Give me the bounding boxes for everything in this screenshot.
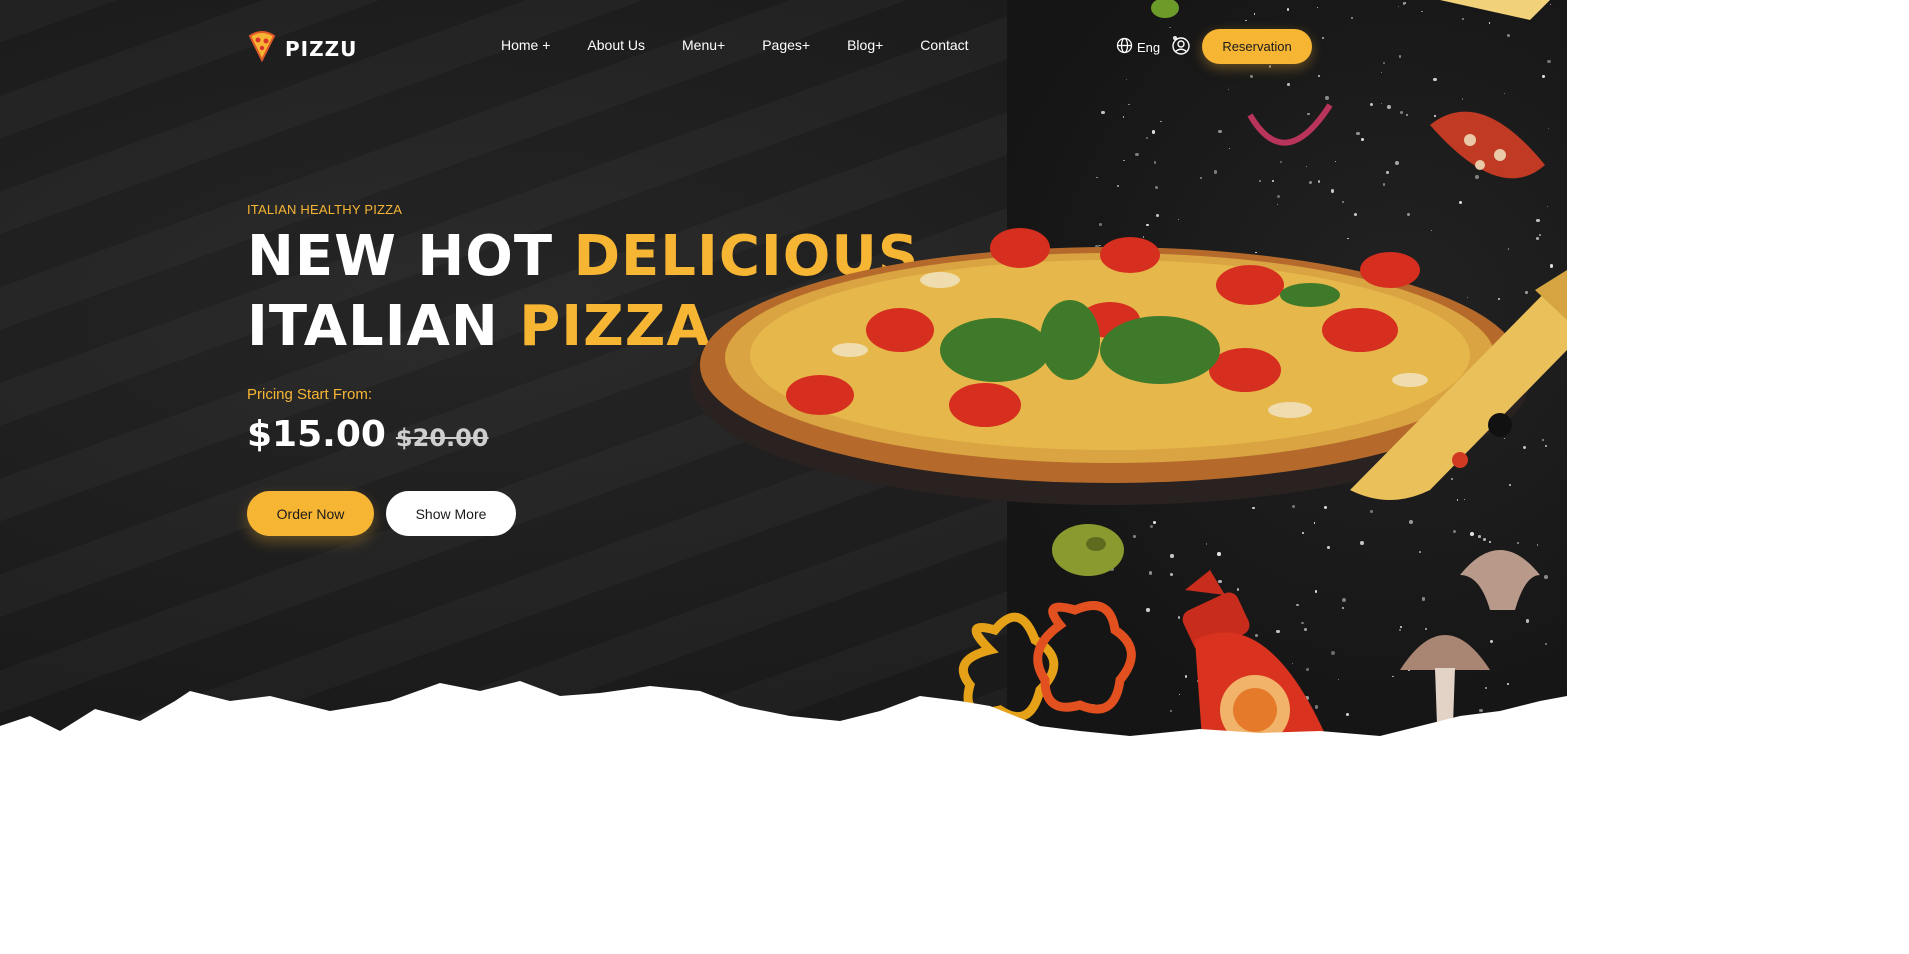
flour-speck — [1214, 170, 1218, 174]
brand-logo[interactable]: PIZZU — [247, 30, 357, 67]
flour-speck — [1397, 5, 1399, 7]
flour-speck — [1506, 33, 1510, 37]
torn-paper-edge — [0, 681, 1567, 781]
nav-item-about[interactable]: About Us — [587, 37, 645, 53]
flour-speck — [1154, 185, 1158, 190]
flour-speck — [1135, 152, 1139, 157]
flour-speck — [1542, 75, 1545, 78]
show-more-button[interactable]: Show More — [386, 491, 516, 536]
olive-decoration — [1052, 524, 1124, 576]
current-price: $15.00 — [247, 414, 386, 455]
headline-line2-accent: PIZZA — [519, 294, 711, 359]
flour-speck — [1169, 26, 1171, 29]
flour-speck — [1547, 59, 1551, 64]
herb-decoration — [1151, 0, 1179, 18]
price-row: $15.00 $20.00 — [247, 414, 489, 455]
pepperoni-slice-decoration — [1430, 111, 1545, 179]
flour-speck — [1145, 136, 1148, 139]
flour-speck — [1218, 129, 1222, 134]
flour-speck — [1399, 110, 1403, 114]
flour-speck — [1327, 546, 1331, 549]
headline-line2-white: ITALIAN — [247, 294, 520, 359]
hero-eyebrow: ITALIAN HEALTHY PIZZA — [247, 202, 403, 217]
language-label: Eng — [1137, 39, 1161, 55]
hero-section: PIZZU Home + About Us Menu+ Pages+ Blog+… — [0, 0, 1567, 781]
headline-line1-white: NEW HOT — [247, 224, 574, 289]
main-nav: Home + About Us Menu+ Pages+ Blog+ Conta… — [501, 37, 1006, 53]
flour-speck — [1421, 10, 1423, 12]
nav-item-menu[interactable]: Menu+ — [682, 37, 725, 53]
brand-name: PIZZU — [285, 36, 358, 61]
nav-item-home[interactable]: Home + — [501, 37, 550, 53]
nav-item-blog[interactable]: Blog+ — [847, 37, 883, 53]
flour-speck — [1128, 103, 1130, 105]
onion-ring-decoration — [1247, 103, 1333, 146]
order-now-button[interactable]: Order Now — [247, 491, 374, 536]
flour-speck — [1402, 2, 1406, 5]
old-price: $20.00 — [395, 424, 489, 452]
flour-speck — [1545, 643, 1547, 645]
reservation-button[interactable]: Reservation — [1202, 29, 1312, 64]
pizza-slice-icon — [247, 30, 277, 67]
flour-speck — [1170, 554, 1174, 558]
flour-speck — [1228, 147, 1230, 149]
flour-speck — [1217, 551, 1221, 556]
mushroom-slice-decoration — [1460, 550, 1540, 610]
flour-speck — [1382, 183, 1385, 186]
flour-speck — [1101, 111, 1105, 115]
nav-item-contact[interactable]: Contact — [920, 37, 968, 53]
flour-speck — [1317, 180, 1321, 183]
flour-speck — [1132, 534, 1136, 538]
flour-speck — [1268, 65, 1272, 68]
flour-speck — [1245, 19, 1247, 21]
user-circle-icon[interactable] — [1172, 37, 1190, 60]
language-selector[interactable]: Eng — [1116, 37, 1160, 57]
flour-speck — [1536, 218, 1540, 223]
flour-speck — [1096, 176, 1098, 178]
cheese-decoration — [1440, 0, 1550, 20]
flour-speck — [1153, 161, 1157, 164]
flour-speck — [1286, 82, 1290, 86]
nav-item-pages[interactable]: Pages+ — [762, 37, 810, 53]
flour-speck — [1123, 159, 1125, 162]
flour-speck — [1525, 619, 1529, 623]
pizza-slice-decoration — [1350, 270, 1567, 500]
globe-icon — [1116, 37, 1133, 57]
pricing-label: Pricing Start From: — [247, 386, 373, 403]
